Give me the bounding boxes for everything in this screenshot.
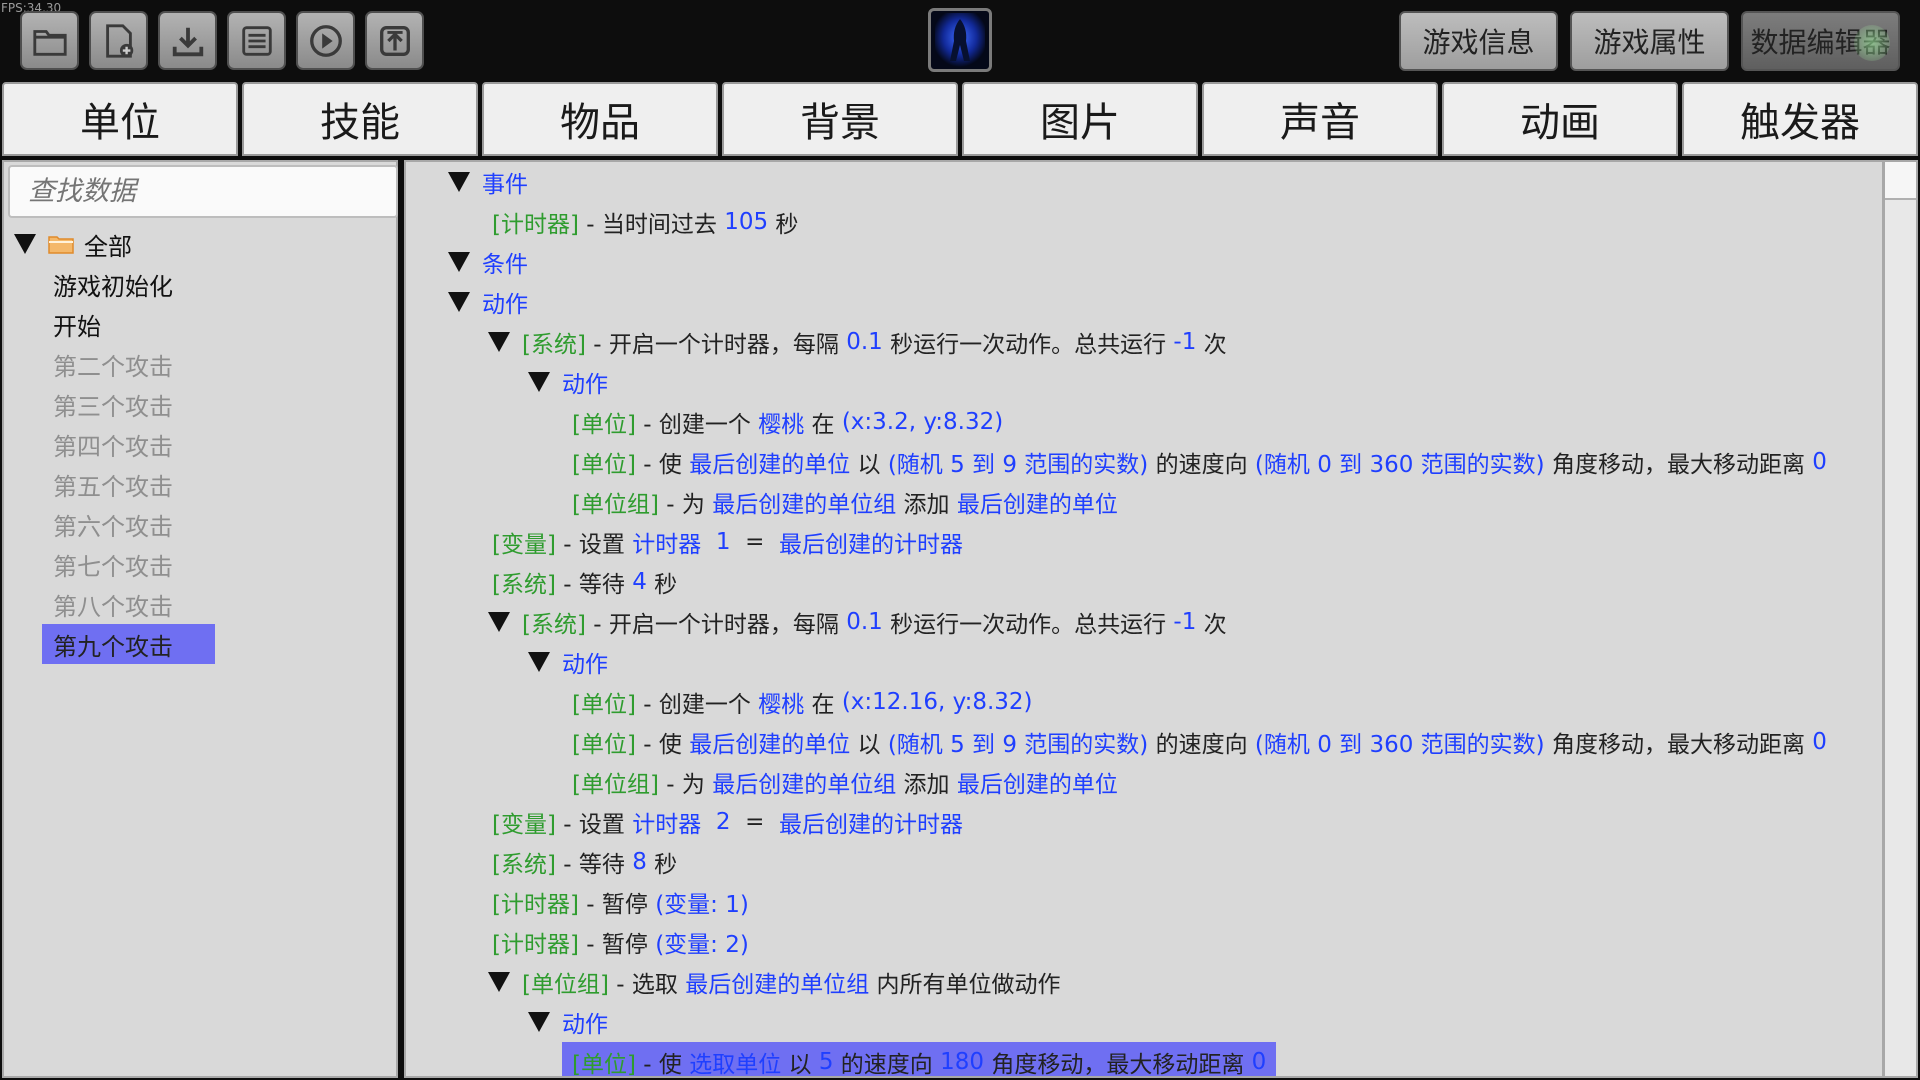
unit-group-add-action[interactable]: [单位组] - 为 最后创建的单位组 添加 最后创建的单位 bbox=[572, 482, 1118, 522]
tree-root-label: 全部 bbox=[84, 232, 132, 261]
tree-item[interactable]: 第四个攻击 bbox=[42, 424, 173, 464]
expand-arrow-icon[interactable] bbox=[14, 234, 36, 254]
tree-item[interactable]: 第六个攻击 bbox=[42, 504, 173, 544]
pick-units-action[interactable]: [单位组] - 选取 最后创建的单位组 内所有单位做动作 bbox=[488, 962, 1061, 1002]
new-file-icon bbox=[105, 23, 133, 58]
vertical-scrollbar[interactable] bbox=[1883, 160, 1918, 1078]
tree-item-selected[interactable]: 第九个攻击 bbox=[42, 624, 215, 664]
tab-images[interactable]: 图片 bbox=[962, 82, 1198, 156]
tab-animations[interactable]: 动画 bbox=[1442, 82, 1678, 156]
tab-units[interactable]: 单位 bbox=[2, 82, 238, 156]
tab-items[interactable]: 物品 bbox=[482, 82, 718, 156]
tree-item[interactable]: 第八个攻击 bbox=[42, 584, 173, 624]
tree-item[interactable]: 游戏初始化 bbox=[42, 264, 173, 304]
wait-action[interactable]: [系统] - 等待 8 秒 bbox=[492, 842, 677, 882]
character-avatar-icon bbox=[935, 13, 985, 67]
pause-timer-action[interactable]: [计时器] - 暂停 (变量: 2) bbox=[492, 922, 749, 962]
expand-arrow-icon[interactable] bbox=[528, 1012, 550, 1032]
tab-backgrounds[interactable]: 背景 bbox=[722, 82, 958, 156]
unit-group-add-action[interactable]: [单位组] - 为 最后创建的单位组 添加 最后创建的单位 bbox=[572, 762, 1118, 802]
play-button[interactable] bbox=[296, 11, 355, 70]
expand-arrow-icon[interactable] bbox=[448, 292, 470, 312]
expand-arrow-icon[interactable] bbox=[488, 612, 510, 632]
create-unit-action[interactable]: [单位] - 创建一个 樱桃 在 (x:3.2, y:8.32) bbox=[572, 402, 1003, 442]
sub-action-header[interactable]: 动作 bbox=[528, 362, 608, 402]
data-editor-button[interactable]: 数据编辑器 bbox=[1741, 11, 1900, 71]
set-variable-action[interactable]: [变量] - 设置 计时器 1 = 最后创建的计时器 bbox=[492, 522, 963, 562]
wait-action[interactable]: [系统] - 等待 4 秒 bbox=[492, 562, 677, 602]
game-info-button[interactable]: 游戏信息 bbox=[1399, 11, 1558, 71]
set-variable-action[interactable]: [变量] - 设置 计时器 2 = 最后创建的计时器 bbox=[492, 802, 963, 842]
tab-triggers[interactable]: 触发器 bbox=[1682, 82, 1918, 156]
tab-sounds[interactable]: 声音 bbox=[1202, 82, 1438, 156]
play-icon bbox=[309, 24, 342, 57]
top-toolbar: 游戏信息 游戏属性 数据编辑器 bbox=[0, 0, 1920, 80]
expand-arrow-icon[interactable] bbox=[448, 172, 470, 192]
expand-arrow-icon[interactable] bbox=[488, 972, 510, 992]
upload-button[interactable] bbox=[365, 11, 424, 70]
timer-loop-action[interactable]: [系统] - 开启一个计时器，每隔 0.1 秒运行一次动作。总共运行 -1 次 bbox=[488, 602, 1227, 642]
trigger-list-panel: 全部 游戏初始化 开始 第二个攻击 第三个攻击 第四个攻击 第五个攻击 第六个攻… bbox=[2, 160, 398, 1078]
sub-action-header[interactable]: 动作 bbox=[528, 642, 608, 682]
folder-icon bbox=[48, 236, 74, 254]
sub-action-header[interactable]: 动作 bbox=[528, 1002, 608, 1042]
expand-arrow-icon[interactable] bbox=[488, 332, 510, 352]
open-folder-button[interactable] bbox=[20, 11, 79, 70]
timer-loop-action[interactable]: [系统] - 开启一个计时器，每隔 0.1 秒运行一次动作。总共运行 -1 次 bbox=[488, 322, 1227, 362]
tree-item[interactable]: 第二个攻击 bbox=[42, 344, 173, 384]
download-icon bbox=[172, 27, 203, 56]
tree-item[interactable]: 第七个攻击 bbox=[42, 544, 173, 584]
tree-root-all[interactable]: 全部 bbox=[14, 224, 132, 264]
new-file-button[interactable] bbox=[89, 11, 148, 70]
event-header[interactable]: 事件 bbox=[448, 162, 528, 202]
category-tabs: 单位 技能 物品 背景 图片 声音 动画 触发器 bbox=[0, 82, 1920, 158]
game-properties-button[interactable]: 游戏属性 bbox=[1570, 11, 1729, 71]
tree-item[interactable]: 第五个攻击 bbox=[42, 464, 173, 504]
condition-header[interactable]: 条件 bbox=[448, 242, 528, 282]
search-input[interactable] bbox=[8, 165, 398, 218]
action-header[interactable]: 动作 bbox=[448, 282, 528, 322]
expand-arrow-icon[interactable] bbox=[528, 372, 550, 392]
tab-skills[interactable]: 技能 bbox=[242, 82, 478, 156]
move-unit-action[interactable]: [单位] - 使 最后创建的单位 以 (随机 5 到 9 范围的实数) 的速度向… bbox=[572, 442, 1827, 482]
folder-icon bbox=[32, 29, 67, 56]
event-line[interactable]: [计时器] - 当时间过去 105 秒 bbox=[492, 202, 798, 242]
selected-move-action[interactable]: [单位] - 使 选取单位 以 5 的速度向 180 角度移动，最大移动距离 0 bbox=[562, 1042, 1277, 1076]
expand-arrow-icon[interactable] bbox=[528, 652, 550, 672]
trigger-editor-panel: 事件 [计时器] - 当时间过去 105 秒 条件 动作 [系统] - 开启一个… bbox=[404, 160, 1884, 1078]
move-unit-action[interactable]: [单位] - 使 最后创建的单位 以 (随机 5 到 9 范围的实数) 的速度向… bbox=[572, 722, 1827, 762]
create-unit-action[interactable]: [单位] - 创建一个 樱桃 在 (x:12.16, y:8.32) bbox=[572, 682, 1033, 722]
download-button[interactable] bbox=[158, 11, 217, 70]
upload-icon bbox=[379, 25, 410, 56]
expand-arrow-icon[interactable] bbox=[448, 252, 470, 272]
player-avatar[interactable] bbox=[928, 8, 992, 72]
save-button[interactable] bbox=[227, 11, 286, 70]
tree-item[interactable]: 第三个攻击 bbox=[42, 384, 173, 424]
save-icon bbox=[241, 25, 272, 56]
tree-item[interactable]: 开始 bbox=[42, 304, 101, 344]
scrollbar-thumb[interactable] bbox=[1885, 162, 1916, 200]
pause-timer-action[interactable]: [计时器] - 暂停 (变量: 1) bbox=[492, 882, 749, 922]
